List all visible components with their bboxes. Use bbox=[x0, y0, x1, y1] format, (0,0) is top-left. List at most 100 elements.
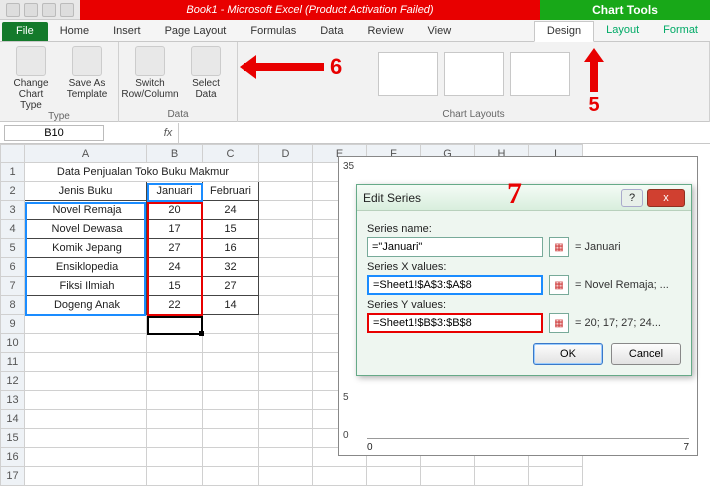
cell[interactable]: Dogeng Anak bbox=[25, 296, 147, 315]
tab-file[interactable]: File bbox=[2, 22, 48, 41]
col-header[interactable]: C bbox=[203, 145, 259, 163]
cell[interactable]: Novel Dewasa bbox=[25, 220, 147, 239]
excel-icon bbox=[6, 3, 20, 17]
row-header[interactable]: 5 bbox=[1, 239, 25, 258]
tab-home[interactable]: Home bbox=[48, 22, 101, 41]
window-title: Book1 - Microsoft Excel (Product Activat… bbox=[80, 0, 540, 20]
cell[interactable]: Januari bbox=[147, 182, 203, 201]
chart-layout-thumb[interactable] bbox=[378, 52, 438, 96]
select-data-button[interactable]: Select Data bbox=[183, 46, 229, 100]
tab-insert[interactable]: Insert bbox=[101, 22, 153, 41]
row-header[interactable]: 10 bbox=[1, 334, 25, 353]
range-picker-icon[interactable]: ▦ bbox=[549, 275, 569, 295]
undo-icon[interactable] bbox=[42, 3, 56, 17]
row-header[interactable]: 14 bbox=[1, 410, 25, 429]
chart-layout-thumb[interactable] bbox=[444, 52, 504, 96]
switch-row-column-icon bbox=[135, 46, 165, 76]
cell[interactable]: Fiksi Ilmiah bbox=[25, 277, 147, 296]
col-header[interactable]: D bbox=[259, 145, 313, 163]
tab-design[interactable]: Design bbox=[534, 21, 594, 42]
chart-ytick: 5 bbox=[343, 392, 349, 403]
row-header[interactable]: 17 bbox=[1, 467, 25, 486]
name-box[interactable] bbox=[4, 125, 104, 141]
fx-icon[interactable]: fx bbox=[158, 127, 178, 139]
save-template-label: Save As Template bbox=[64, 78, 110, 100]
cell[interactable]: 15 bbox=[147, 277, 203, 296]
row-header[interactable]: 8 bbox=[1, 296, 25, 315]
row-header[interactable]: 11 bbox=[1, 353, 25, 372]
row-header[interactable]: 15 bbox=[1, 429, 25, 448]
cancel-button[interactable]: Cancel bbox=[611, 343, 681, 365]
dialog-title: Edit Series bbox=[363, 191, 421, 205]
select-data-icon bbox=[191, 46, 221, 76]
group-title-layouts: Chart Layouts bbox=[442, 109, 504, 122]
series-x-result: = Novel Remaja; ... bbox=[575, 279, 669, 291]
chart-xtick: 0 bbox=[367, 442, 373, 453]
ribbon-group-chart-layouts: Chart Layouts bbox=[238, 42, 710, 122]
col-header[interactable]: B bbox=[147, 145, 203, 163]
tab-view[interactable]: View bbox=[416, 22, 464, 41]
row-header[interactable]: 3 bbox=[1, 201, 25, 220]
ribbon-group-data: Switch Row/Column Select Data Data bbox=[119, 42, 238, 122]
ribbon-group-type: Change Chart Type Save As Template Type bbox=[0, 42, 119, 122]
row-header[interactable]: 1 bbox=[1, 163, 25, 182]
chart-tools-title: Chart Tools bbox=[540, 0, 710, 20]
cell[interactable]: Novel Remaja bbox=[25, 201, 147, 220]
tab-formulas[interactable]: Formulas bbox=[238, 22, 308, 41]
save-as-template-button[interactable]: Save As Template bbox=[64, 46, 110, 111]
tab-pagelayout[interactable]: Page Layout bbox=[153, 22, 239, 41]
ribbon: Change Chart Type Save As Template Type … bbox=[0, 42, 710, 122]
row-header[interactable]: 4 bbox=[1, 220, 25, 239]
chart-ytick: 35 bbox=[343, 161, 354, 172]
tab-layout[interactable]: Layout bbox=[594, 21, 651, 41]
select-all-corner[interactable] bbox=[1, 145, 25, 163]
row-header[interactable]: 2 bbox=[1, 182, 25, 201]
ok-button[interactable]: OK bbox=[533, 343, 603, 365]
tab-review[interactable]: Review bbox=[355, 22, 415, 41]
cell[interactable]: 24 bbox=[203, 201, 259, 220]
save-icon[interactable] bbox=[24, 3, 38, 17]
row-header[interactable]: 6 bbox=[1, 258, 25, 277]
cell[interactable]: 20 bbox=[147, 201, 203, 220]
cell[interactable]: Jenis Buku bbox=[25, 182, 147, 201]
cell[interactable]: 22 bbox=[147, 296, 203, 315]
cell[interactable]: Februari bbox=[203, 182, 259, 201]
row-header[interactable]: 13 bbox=[1, 391, 25, 410]
series-y-label: Series Y values: bbox=[367, 299, 681, 311]
range-picker-icon[interactable]: ▦ bbox=[549, 237, 569, 257]
formula-input[interactable] bbox=[178, 123, 710, 143]
range-picker-icon[interactable]: ▦ bbox=[549, 313, 569, 333]
tab-format[interactable]: Format bbox=[651, 21, 710, 41]
cell[interactable]: Komik Jepang bbox=[25, 239, 147, 258]
dialog-help-button[interactable]: ? bbox=[621, 189, 643, 207]
col-header[interactable]: A bbox=[25, 145, 147, 163]
group-title-data: Data bbox=[167, 109, 188, 122]
cell[interactable]: 27 bbox=[147, 239, 203, 258]
switch-row-column-button[interactable]: Switch Row/Column bbox=[127, 46, 173, 100]
cell[interactable]: Data Penjualan Toko Buku Makmur bbox=[25, 163, 259, 182]
cell[interactable]: 15 bbox=[203, 220, 259, 239]
worksheet-grid[interactable]: A B C D E F G H I 1Data Penjualan Toko B… bbox=[0, 144, 710, 500]
change-chart-type-icon bbox=[16, 46, 46, 76]
row-header[interactable]: 7 bbox=[1, 277, 25, 296]
cell[interactable]: 32 bbox=[203, 258, 259, 277]
series-name-input[interactable] bbox=[367, 237, 543, 257]
row-header[interactable]: 12 bbox=[1, 372, 25, 391]
cell[interactable]: 24 bbox=[147, 258, 203, 277]
series-x-input[interactable] bbox=[367, 275, 543, 295]
series-y-input[interactable] bbox=[367, 313, 543, 333]
chart-layout-thumb[interactable] bbox=[510, 52, 570, 96]
series-y-result: = 20; 17; 27; 24... bbox=[575, 317, 661, 329]
cell[interactable]: Ensiklopedia bbox=[25, 258, 147, 277]
dialog-close-button[interactable]: x bbox=[647, 189, 685, 207]
change-chart-type-button[interactable]: Change Chart Type bbox=[8, 46, 54, 111]
tab-data[interactable]: Data bbox=[308, 22, 355, 41]
redo-icon[interactable] bbox=[60, 3, 74, 17]
dialog-titlebar[interactable]: Edit Series 7 ? x bbox=[357, 185, 691, 211]
row-header[interactable]: 9 bbox=[1, 315, 25, 334]
cell[interactable]: 17 bbox=[147, 220, 203, 239]
row-header[interactable]: 16 bbox=[1, 448, 25, 467]
cell[interactable]: 16 bbox=[203, 239, 259, 258]
cell[interactable]: 14 bbox=[203, 296, 259, 315]
cell[interactable]: 27 bbox=[203, 277, 259, 296]
